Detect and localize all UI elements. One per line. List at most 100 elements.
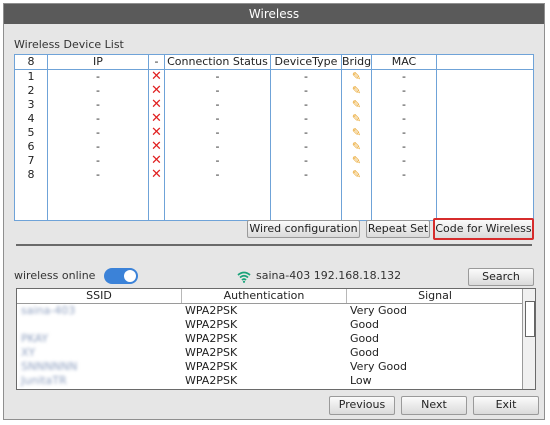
network-signal: Good bbox=[350, 332, 379, 345]
dialog-title: Wireless bbox=[4, 4, 544, 24]
network-signal: Good bbox=[350, 318, 379, 331]
wireless-online-label: wireless online bbox=[14, 269, 96, 282]
pencil-icon[interactable]: ✎ bbox=[342, 112, 371, 126]
search-button[interactable]: Search bbox=[468, 268, 534, 286]
table-row[interactable]: 7 - ✕ - - ✎ - bbox=[15, 154, 533, 168]
x-icon: ✕ bbox=[151, 111, 162, 126]
network-ssid: SNNNNNN bbox=[21, 360, 78, 373]
row-mac: - bbox=[402, 154, 406, 167]
network-auth: WPA2PSK bbox=[185, 346, 238, 359]
row-index: 6 bbox=[27, 140, 35, 153]
row-connection-status: - bbox=[215, 70, 220, 83]
header-device-type: DeviceType bbox=[274, 55, 338, 68]
header-signal: Signal bbox=[418, 289, 452, 302]
row-index: 5 bbox=[27, 126, 35, 139]
row-ip: - bbox=[96, 126, 100, 139]
row-mac: - bbox=[402, 168, 406, 181]
network-auth: WPA2PSK bbox=[185, 318, 238, 331]
previous-button[interactable]: Previous bbox=[329, 396, 395, 415]
network-ssid: XY bbox=[21, 346, 36, 359]
x-icon: ✕ bbox=[151, 125, 162, 140]
pencil-icon[interactable]: ✎ bbox=[342, 84, 371, 98]
network-auth: WPA2PSK bbox=[185, 304, 238, 317]
table-row[interactable]: 2 - ✕ - - ✎ - bbox=[15, 84, 533, 98]
list-item[interactable]: SNNNNNN WPA2PSK Very Good bbox=[17, 360, 523, 374]
row-mac: - bbox=[402, 84, 406, 97]
row-connection-status: - bbox=[215, 140, 220, 153]
row-ip: - bbox=[96, 84, 100, 97]
row-ip: - bbox=[96, 112, 100, 125]
row-connection-status: - bbox=[215, 168, 220, 181]
header-status-icon: - bbox=[154, 55, 159, 68]
row-index: 3 bbox=[27, 98, 35, 111]
table-row[interactable]: 3 - ✕ - - ✎ - bbox=[15, 98, 533, 112]
table-row[interactable]: 5 - ✕ - - ✎ - bbox=[15, 126, 533, 140]
network-ssid bbox=[21, 318, 171, 332]
wifi-network-table: SSID Authentication Signal saina-403 WPA… bbox=[16, 288, 536, 390]
wired-configuration-button[interactable]: Wired configuration bbox=[247, 220, 360, 238]
section-divider bbox=[16, 244, 532, 246]
network-signal: Low bbox=[350, 374, 372, 387]
table-row[interactable]: 1 - ✕ - - ✎ - bbox=[15, 70, 533, 84]
row-connection-status: - bbox=[215, 98, 220, 111]
network-signal: Very Good bbox=[350, 360, 407, 373]
row-device-type: - bbox=[304, 154, 308, 167]
row-connection-status: - bbox=[215, 112, 220, 125]
header-index: 8 bbox=[27, 55, 35, 68]
network-ssid: saina-403 bbox=[21, 304, 76, 317]
next-button[interactable]: Next bbox=[401, 396, 467, 415]
row-mac: - bbox=[402, 112, 406, 125]
wifi-list-scrollbar[interactable] bbox=[522, 289, 535, 389]
scrollbar-thumb[interactable] bbox=[525, 301, 535, 337]
header-bridge: Bridge bbox=[342, 55, 371, 68]
row-connection-status: - bbox=[215, 84, 220, 97]
row-mac: - bbox=[402, 126, 406, 139]
row-mac: - bbox=[402, 140, 406, 153]
pencil-icon[interactable]: ✎ bbox=[342, 140, 371, 154]
table-row[interactable]: 6 - ✕ - - ✎ - bbox=[15, 140, 533, 154]
header-connection-status: Connection Status bbox=[167, 55, 268, 68]
network-info: saina-403 192.168.18.132 bbox=[256, 269, 402, 282]
table-row[interactable]: 4 - ✕ - - ✎ - bbox=[15, 112, 533, 126]
pencil-icon[interactable]: ✎ bbox=[342, 154, 371, 168]
row-index: 7 bbox=[27, 154, 35, 167]
row-ip: - bbox=[96, 140, 100, 153]
pencil-icon[interactable]: ✎ bbox=[342, 98, 371, 112]
list-item[interactable]: XY WPA2PSK Good bbox=[17, 346, 523, 360]
list-item[interactable]: PKAY WPA2PSK Good bbox=[17, 332, 523, 346]
x-icon: ✕ bbox=[151, 83, 162, 98]
device-list-label: Wireless Device List bbox=[14, 38, 124, 51]
repeat-set-button[interactable]: Repeat Set bbox=[366, 220, 430, 238]
row-connection-status: - bbox=[215, 126, 220, 139]
pencil-icon[interactable]: ✎ bbox=[342, 168, 371, 182]
row-connection-status: - bbox=[215, 154, 220, 167]
list-item[interactable]: WPA2PSK Good bbox=[17, 318, 523, 332]
wireless-online-toggle[interactable] bbox=[104, 268, 138, 284]
pencil-icon[interactable]: ✎ bbox=[342, 126, 371, 140]
row-index: 4 bbox=[27, 112, 35, 125]
x-icon: ✕ bbox=[151, 139, 162, 154]
network-ssid: JunitaTR bbox=[21, 374, 67, 387]
device-list-header: 8 IP - Connection Status DeviceType Brid… bbox=[15, 55, 533, 70]
pencil-icon[interactable]: ✎ bbox=[342, 70, 371, 84]
row-device-type: - bbox=[304, 168, 308, 181]
list-item[interactable]: saina-403 WPA2PSK Very Good bbox=[17, 304, 523, 318]
row-index: 1 bbox=[27, 70, 35, 83]
x-icon: ✕ bbox=[151, 167, 162, 182]
exit-button[interactable]: Exit bbox=[473, 396, 539, 415]
wireless-dialog: Wireless Wireless Device List 8 IP - Con… bbox=[3, 3, 545, 420]
row-device-type: - bbox=[304, 98, 308, 111]
row-index: 8 bbox=[27, 168, 35, 181]
table-row[interactable]: 8 - ✕ - - ✎ - bbox=[15, 168, 533, 182]
device-list-table: 8 IP - Connection Status DeviceType Brid… bbox=[14, 54, 534, 221]
list-item[interactable]: JunitaTR WPA2PSK Low bbox=[17, 374, 523, 388]
x-icon: ✕ bbox=[151, 69, 162, 84]
network-ssid: PKAY bbox=[21, 332, 49, 345]
row-ip: - bbox=[96, 98, 100, 111]
row-device-type: - bbox=[304, 140, 308, 153]
row-device-type: - bbox=[304, 112, 308, 125]
row-ip: - bbox=[96, 154, 100, 167]
code-for-wireless-button[interactable]: Code for Wireless bbox=[433, 218, 534, 240]
x-icon: ✕ bbox=[151, 153, 162, 168]
toggle-knob bbox=[124, 270, 136, 282]
